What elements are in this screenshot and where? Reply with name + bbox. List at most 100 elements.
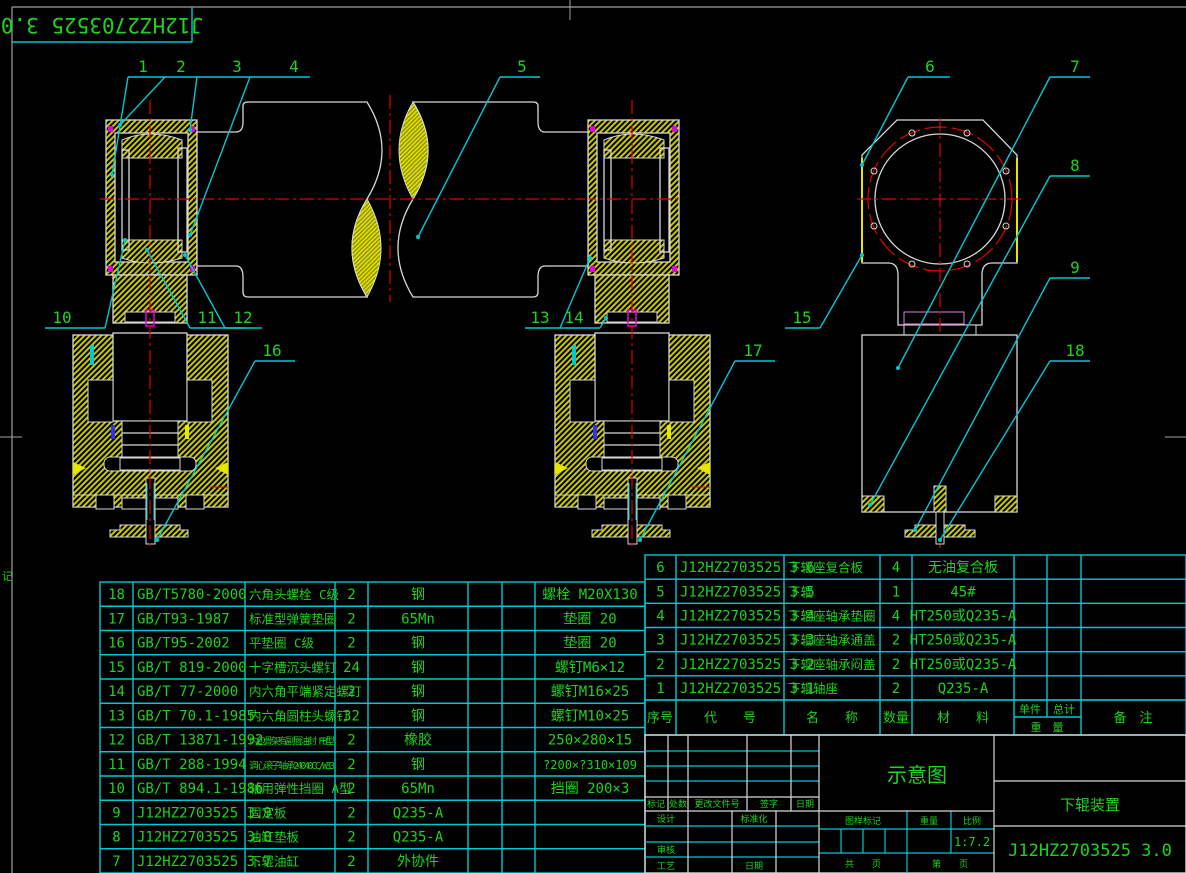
label-date-2: 日期 [745,861,763,872]
rotated-drawing-number-tag: J12HZ2703525 3.0 [1,7,203,43]
cell-name: 内包骨架有副唇油封 FB型 [249,736,335,748]
cell-qty: 2 [892,681,900,697]
label-change-doc: 更改文件号 [694,798,739,810]
cell-no: 11 [108,757,125,773]
cell-note: 螺钉M6×12 [555,660,625,676]
cell-code: GB/T 77-2000 [137,684,238,700]
cell-no: 14 [108,684,125,700]
cell-code: GB/T 288-1994 [137,757,247,773]
cell-note: 挡圈 200×3 [551,781,630,797]
scale-value: 1:7.2 [954,835,990,849]
parts-row-6: 6 J12HZ2703525 3.6下辊座复合板 4 无油复合板 [656,559,998,576]
label-scale: 比例 [963,815,981,827]
cell-material: 钢 [411,636,425,652]
cell-material: Q235-A [393,830,444,846]
cell-name: 下辊 [788,584,814,599]
parts-row-3: 3 J12HZ2703525 3.3下辊座轴承通盖 2 HT250或Q235-A [656,633,1017,649]
cell-qty: 4 [892,608,900,624]
balloon-number: 12 [233,308,252,327]
cell-material: 外协件 [397,854,439,870]
leader-dot [604,316,608,320]
parts-row-1: 1 J12HZ2703525 3.1下辊轴座 2 Q235-A [656,681,989,697]
cell-no: 8 [112,830,120,846]
cell-qty: 2 [347,805,355,821]
parts-row-9: 9 J12HZ2703525 3.9固定板 2 Q235-A [112,805,444,821]
cell-no: 2 [656,657,664,673]
balloon-number: 2 [176,57,186,76]
cell-qty: 2 [347,733,355,749]
cell-code: GB/T5780-2000 [137,587,247,603]
leader-dot [638,538,642,542]
cell-code: GB/T93-1987 [137,611,230,627]
header-no: 序号 [647,711,673,726]
leader-dot [188,128,192,132]
cell-code: GB/T 70.1-1985 [137,708,255,724]
cell-name: 固定板 [249,805,287,820]
parts-list-lower: 18 GB/T5780-2000 六角头螺栓 C级 2 钢 螺栓 M20X130 17 GB/… [99,581,646,873]
cell-no: 4 [656,608,664,624]
cell-name: 下辊油缸 [249,854,299,869]
balloon-number: 13 [530,308,549,327]
leader-dot [123,238,127,242]
cell-no: 18 [108,587,125,603]
cell-code: GB/T95-2002 [137,636,230,652]
cell-no: 5 [656,584,664,600]
leader-dot [896,366,900,370]
cell-no: 17 [108,611,125,627]
parts-row-7: 7 J12HZ2703525 3.7下辊油缸 2 外协件 [112,854,439,870]
cell-qty: 2 [347,854,355,870]
balloon-15: 15 [785,253,864,329]
title-block: 标记 处数 更改文件号 签字 日期 设计 标准化 审核 工艺 日期 图样标记 重… [644,734,1186,873]
cell-name: 轴用弹性挡圈 A型 [249,781,352,796]
drawing-number: J12HZ2703525 3.0 [1008,841,1172,861]
header-code: 代 号 [704,711,756,726]
cell-material: 65Mn [401,611,435,627]
assembly-name: 下辊装置 [1060,796,1120,814]
cell-qty: 2 [892,633,900,649]
parts-row-12: 12 GB/T 13871-1992内包骨架有副唇油封 FB型 2 橡胶 250×280… [108,732,632,749]
parts-row-8: 8 J12HZ2703525 3.8油缸垫板 2 Q235-A [112,830,444,846]
cell-note: 垫圈 20 [563,636,616,652]
balloon-number: 3 [232,57,242,76]
cell-name: 调心滚子轴承24040CC/W33 [249,760,335,772]
parts-row-16: 16 GB/T95-2002 平垫圈 C级 2 钢 垫圈 20 [108,636,617,652]
parts-row-5: 5 J12HZ2703525 3.5下辊 1 45# [656,584,976,600]
cell-qty: 2 [347,611,355,627]
cell-no: 13 [108,708,125,724]
leader-dot [155,538,159,542]
cell-no: 12 [108,733,125,749]
label-sheet-no: 第 页 [932,858,968,870]
leader-dot [860,163,864,167]
label-weight: 重量 [920,815,938,827]
header-weight: 重 量 [1031,720,1064,734]
cell-name: 内六角圆柱头螺钉 [249,708,350,723]
cell-qty: 2 [347,757,355,773]
label-date: 日期 [796,799,814,810]
header-note: 备 注 [1113,710,1152,726]
label-mark: 标记 [647,798,665,810]
cell-qty: 2 [347,830,355,846]
label-count: 处数 [669,798,687,810]
balloon-2: 2 [118,57,197,127]
parts-row-4: 4 J12HZ2703525 3.4下辊座轴承垫圈 4 HT250或Q235-A [656,608,1017,624]
cell-material: 无油复合板 [928,559,998,576]
parts-row-17: 17 GB/T93-1987 标准型弹簧垫圈 2 65Mn 垫圈 20 [108,611,617,627]
cell-note: 螺栓 M20X130 [542,587,637,603]
cell-note: 螺钉M10×25 [551,708,630,724]
cell-note: 垫圈 20 [563,611,616,627]
balloon-number: 15 [792,308,811,327]
side-mark: 记 [2,570,13,583]
leader-dot [183,253,187,257]
cell-no: 6 [656,560,664,576]
cell-material: 45# [950,584,976,600]
cell-no: 3 [656,633,664,649]
parts-row-2: 2 J12HZ2703525 3.2下辊座轴承闷盖 2 HT250或Q235-A [656,657,1017,673]
parts-row-18: 18 GB/T5780-2000 六角头螺栓 C级 2 钢 螺栓 M20X130 [108,587,638,603]
label-total-sheets: 共 页 [845,859,881,870]
cell-material: 65Mn [401,781,435,797]
cell-code: GB/T 819-2000 [137,660,247,676]
cell-material: 钢 [411,684,425,700]
cell-qty: 2 [347,636,355,652]
balloon-number: 10 [52,308,71,327]
label-review: 审核 [657,844,675,856]
